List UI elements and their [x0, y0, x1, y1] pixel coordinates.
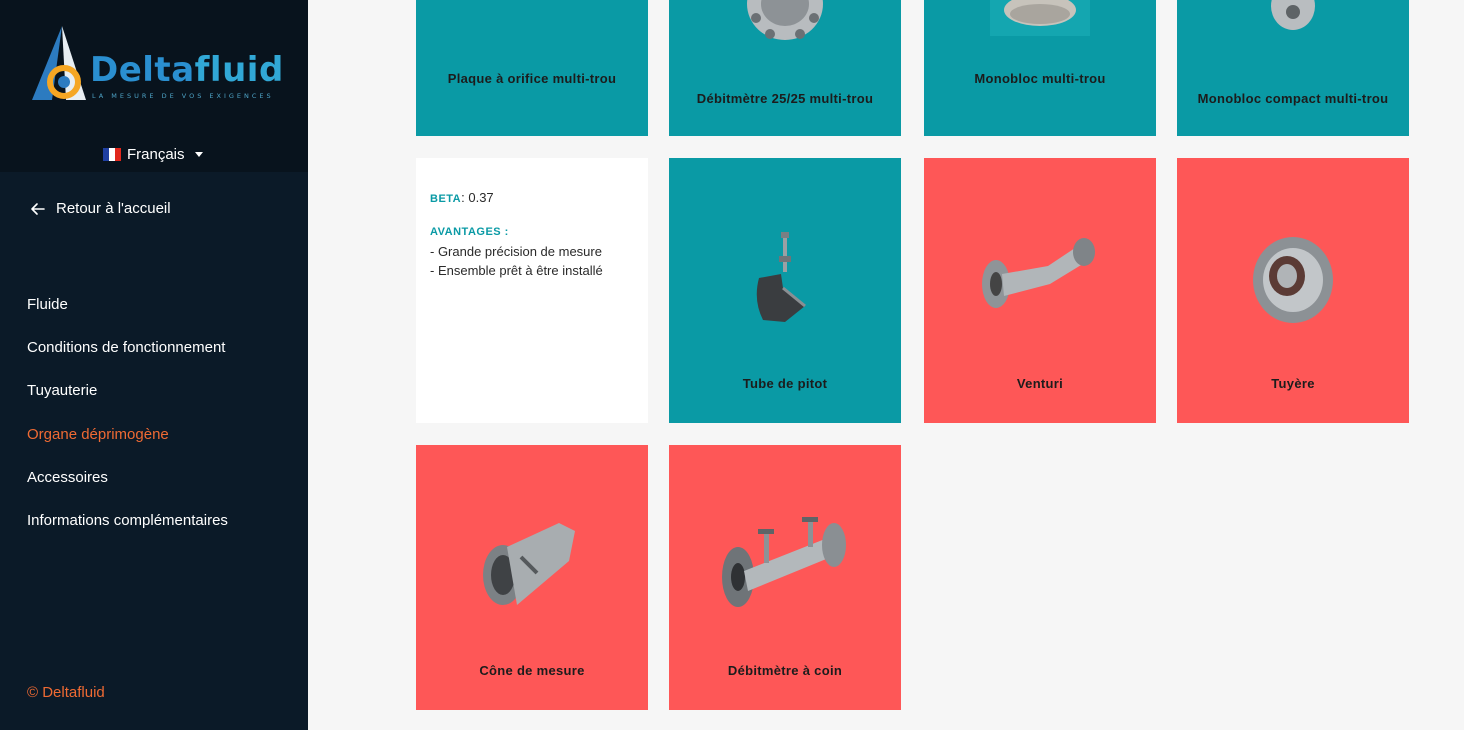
brand-name: Deltafluid — [90, 50, 284, 90]
product-card-pitot-tube[interactable]: Tube de pitot — [669, 158, 901, 423]
arrow-left-icon — [31, 202, 45, 215]
product-label: Débitmètre à coin — [727, 663, 843, 678]
logo-mark-icon — [32, 26, 86, 100]
brand-logo[interactable]: Deltafluid LA MESURE DE VOS EXIGENCES — [26, 22, 286, 112]
product-info: BETA: 0.37 AVANTAGES : - Grande précisio… — [430, 188, 603, 280]
product-label: Plaque à orifice multi-trou — [447, 71, 617, 86]
nav-item-organe-deprimogene[interactable]: Organe déprimogène — [27, 424, 228, 467]
product-card-measuring-cone[interactable]: Cône de mesure — [416, 445, 648, 710]
brand-tagline: LA MESURE DE VOS EXIGENCES — [92, 92, 274, 100]
language-label: Français — [127, 146, 185, 163]
beta-row: BETA: 0.37 — [430, 190, 494, 205]
product-info-card: BETA: 0.37 AVANTAGES : - Grande précisio… — [416, 158, 648, 423]
product-card-nozzle[interactable]: Tuyère — [1177, 158, 1409, 423]
caret-down-icon — [194, 152, 203, 157]
product-label: Monobloc compact multi-trou — [1197, 91, 1389, 106]
product-card-monobloc[interactable]: Monobloc multi-trou — [924, 0, 1156, 136]
nav-item-informations[interactable]: Informations complémentaires — [27, 510, 228, 553]
product-card-orifice-plate[interactable]: Plaque à orifice multi-trou — [416, 0, 648, 136]
product-label: Tube de pitot — [742, 376, 828, 391]
product-label: Cône de mesure — [479, 663, 585, 678]
advantage-item: - Grande précision de mesure — [430, 244, 602, 259]
nav-item-fluide[interactable]: Fluide — [27, 294, 228, 337]
product-label: Monobloc multi-trou — [974, 71, 1106, 86]
sidebar-header: Deltafluid LA MESURE DE VOS EXIGENCES Fr… — [0, 0, 308, 172]
flowmeter-flange-image — [747, 0, 823, 40]
monobloc-image — [990, 0, 1090, 36]
product-card-compact-monobloc[interactable]: Monobloc compact multi-trou — [1177, 0, 1409, 136]
copyright: © Deltafluid — [27, 684, 105, 701]
measuring-cone-image — [483, 523, 575, 605]
nav-item-conditions[interactable]: Conditions de fonctionnement — [27, 337, 228, 380]
product-card-wedge-flowmeter[interactable]: Débitmètre à coin — [669, 445, 901, 710]
back-label: Retour à l'accueil — [56, 200, 171, 217]
product-label: Tuyère — [1271, 376, 1315, 391]
nozzle-image — [1253, 237, 1333, 323]
back-to-home-link[interactable]: Retour à l'accueil — [30, 200, 171, 217]
language-selector[interactable]: Français — [103, 146, 203, 163]
sidebar: Deltafluid LA MESURE DE VOS EXIGENCES Fr… — [0, 0, 308, 730]
nav-item-tuyauterie[interactable]: Tuyauterie — [27, 380, 228, 423]
orifice-plate-image — [472, 0, 592, 2]
france-flag-icon — [103, 148, 121, 161]
pitot-tube-image — [756, 232, 806, 322]
wedge-flowmeter-image — [722, 517, 846, 607]
product-label: Débitmètre 25/25 multi-trou — [696, 91, 874, 106]
sidebar-nav: Fluide Conditions de fonctionnement Tuya… — [27, 294, 228, 553]
compact-monobloc-image — [1271, 0, 1315, 30]
product-card-venturi[interactable]: Venturi — [924, 158, 1156, 423]
product-label: Venturi — [1016, 376, 1064, 391]
nav-item-accessoires[interactable]: Accessoires — [27, 467, 228, 510]
venturi-image — [982, 238, 1095, 308]
advantage-item: - Ensemble prêt à être installé — [430, 263, 603, 278]
product-card-flowmeter-25-25[interactable]: Débitmètre 25/25 multi-trou — [669, 0, 901, 136]
advantages-block: AVANTAGES : - Grande précision de mesure… — [430, 226, 603, 278]
